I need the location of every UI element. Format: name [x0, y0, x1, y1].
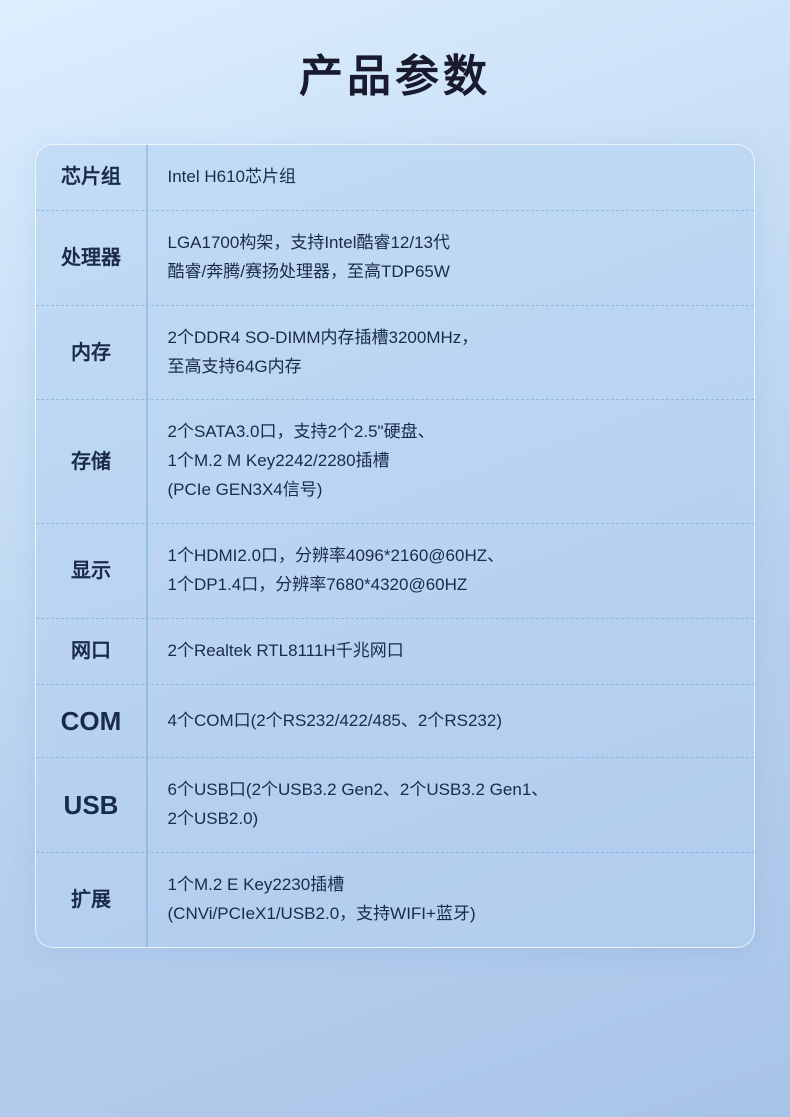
- spec-value-line: 1个DP1.4口，分辨率7680*4320@60HZ: [168, 571, 505, 600]
- spec-label-usb: USB: [36, 758, 146, 852]
- spec-value-chipset: Intel H610芯片组: [148, 145, 755, 210]
- spec-value-line: 2个DDR4 SO-DIMM内存插槽3200MHz，: [168, 324, 479, 353]
- spec-value-com: 4个COM口(2个RS232/422/485、2个RS232): [148, 685, 755, 757]
- spec-value-memory: 2个DDR4 SO-DIMM内存插槽3200MHz，至高支持64G内存: [148, 306, 755, 400]
- spec-value-line: LGA1700构架，支持Intel酷睿12/13代: [168, 229, 451, 258]
- spec-value-line: 1个M.2 M Key2242/2280插槽: [168, 447, 435, 476]
- spec-label-cpu: 处理器: [36, 211, 146, 305]
- spec-value-line: 1个HDMI2.0口，分辨率4096*2160@60HZ、: [168, 542, 505, 571]
- spec-row-expansion: 扩展1个M.2 E Key2230插槽(CNVi/PCIeX1/USB2.0，支…: [36, 853, 754, 947]
- spec-label-expansion: 扩展: [36, 853, 146, 947]
- spec-row-display: 显示1个HDMI2.0口，分辨率4096*2160@60HZ、1个DP1.4口，…: [36, 524, 754, 619]
- spec-value-line: 至高支持64G内存: [168, 353, 479, 382]
- spec-label-chipset: 芯片组: [36, 145, 146, 210]
- spec-value-line: (CNVi/PCIeX1/USB2.0，支持WIFI+蓝牙): [168, 900, 476, 929]
- spec-row-usb: USB6个USB口(2个USB3.2 Gen2、2个USB3.2 Gen1、2个…: [36, 758, 754, 853]
- spec-value-line: 2个USB2.0): [168, 805, 549, 834]
- spec-value-network: 2个Realtek RTL8111H千兆网口: [148, 619, 755, 684]
- spec-value-line: 1个M.2 E Key2230插槽: [168, 871, 476, 900]
- spec-label-display: 显示: [36, 524, 146, 618]
- spec-value-expansion: 1个M.2 E Key2230插槽(CNVi/PCIeX1/USB2.0，支持W…: [148, 853, 755, 947]
- spec-row-storage: 存储2个SATA3.0口，支持2个2.5"硬盘、1个M.2 M Key2242/…: [36, 400, 754, 524]
- spec-row-network: 网口2个Realtek RTL8111H千兆网口: [36, 619, 754, 685]
- spec-label-memory: 内存: [36, 306, 146, 400]
- spec-value-usb: 6个USB口(2个USB3.2 Gen2、2个USB3.2 Gen1、2个USB…: [148, 758, 755, 852]
- spec-value-line: 酷睿/奔腾/赛扬处理器，至高TDP65W: [168, 258, 451, 287]
- spec-value-display: 1个HDMI2.0口，分辨率4096*2160@60HZ、1个DP1.4口，分辨…: [148, 524, 755, 618]
- spec-label-network: 网口: [36, 619, 146, 684]
- spec-value-cpu: LGA1700构架，支持Intel酷睿12/13代酷睿/奔腾/赛扬处理器，至高T…: [148, 211, 755, 305]
- spec-row-cpu: 处理器LGA1700构架，支持Intel酷睿12/13代酷睿/奔腾/赛扬处理器，…: [36, 211, 754, 306]
- spec-value-line: (PCIe GEN3X4信号): [168, 476, 435, 505]
- spec-label-com: COM: [36, 685, 146, 757]
- spec-value-storage: 2个SATA3.0口，支持2个2.5"硬盘、1个M.2 M Key2242/22…: [148, 400, 755, 523]
- page-title: 产品参数: [299, 40, 491, 104]
- spec-value-line: 6个USB口(2个USB3.2 Gen2、2个USB3.2 Gen1、: [168, 776, 549, 805]
- spec-value-line: 2个SATA3.0口，支持2个2.5"硬盘、: [168, 418, 435, 447]
- spec-row-memory: 内存2个DDR4 SO-DIMM内存插槽3200MHz，至高支持64G内存: [36, 306, 754, 401]
- specs-card: 芯片组Intel H610芯片组处理器LGA1700构架，支持Intel酷睿12…: [35, 144, 755, 948]
- spec-row-com: COM4个COM口(2个RS232/422/485、2个RS232): [36, 685, 754, 758]
- spec-label-storage: 存储: [36, 400, 146, 523]
- spec-row-chipset: 芯片组Intel H610芯片组: [36, 145, 754, 211]
